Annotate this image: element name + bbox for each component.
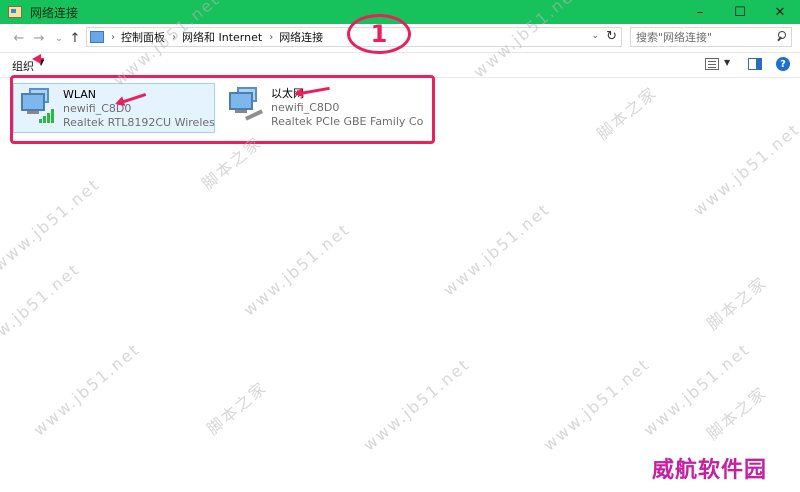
watermark-site: www.jb51.net xyxy=(439,199,554,300)
address-dropdown-icon[interactable]: ⌄ xyxy=(591,31,599,41)
minimize-button[interactable]: – xyxy=(680,0,720,24)
watermark-site: www.jb51.net xyxy=(359,354,474,455)
watermark-site-cn: 脚本之家 xyxy=(593,82,661,144)
window-title: 网络连接 xyxy=(30,5,79,20)
back-button[interactable]: ← xyxy=(10,29,28,47)
change-view-icon[interactable] xyxy=(705,58,719,70)
annotation-callout: 1 xyxy=(347,14,411,54)
watermark-site: www.jb51.net xyxy=(539,354,654,455)
window-controls: – ☐ ✕ xyxy=(680,0,800,24)
organize-button[interactable]: 组织 ▼ xyxy=(12,54,45,74)
watermark-site: www.jb51.net xyxy=(0,259,84,360)
chevron-down-icon: ▼ xyxy=(31,54,45,67)
search-placeholder: 搜索"网络连接" xyxy=(636,31,713,44)
search-input[interactable]: 搜索"网络连接" xyxy=(630,27,792,47)
view-options-chevron-icon[interactable]: ▼ xyxy=(724,58,730,67)
refresh-icon[interactable]: ↻ xyxy=(606,29,617,44)
watermark-site: www.jb51.net xyxy=(239,219,354,320)
watermark-site-cn: 脚本之家 xyxy=(203,377,271,439)
maximize-button[interactable]: ☐ xyxy=(720,0,760,24)
up-button[interactable]: ↑ xyxy=(66,29,84,47)
breadcrumb-separator-icon: › xyxy=(269,31,274,43)
brand-watermark: 威航软件园 xyxy=(652,458,768,483)
breadcrumb-separator-icon: › xyxy=(111,31,115,43)
watermark-site-cn: 脚本之家 xyxy=(703,272,771,334)
network-folder-icon xyxy=(8,6,22,18)
breadcrumb-network-internet[interactable]: 网络和 Internet xyxy=(182,29,262,45)
annotation-highlight-box xyxy=(10,75,435,144)
close-button[interactable]: ✕ xyxy=(760,0,800,24)
help-icon[interactable]: ? xyxy=(776,57,790,71)
watermark-site: www.jb51.net xyxy=(29,339,144,440)
watermark-site: www.jb51.net xyxy=(689,119,800,220)
breadcrumb-network-connections[interactable]: 网络连接 xyxy=(279,29,323,45)
search-icon[interactable] xyxy=(774,30,788,44)
control-panel-icon xyxy=(90,31,104,43)
forward-button[interactable]: → xyxy=(30,29,48,47)
organize-label: 组织 xyxy=(12,60,34,73)
preview-pane-icon[interactable] xyxy=(748,58,762,70)
watermark-site: www.jb51.net xyxy=(0,174,104,275)
